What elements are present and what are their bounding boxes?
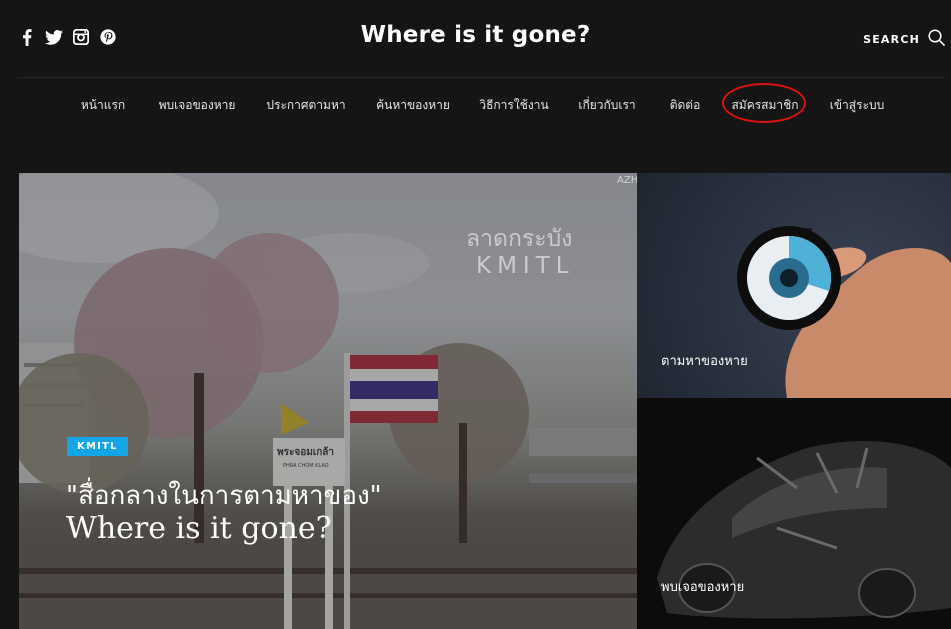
search-label: SEARCH xyxy=(863,33,920,46)
featured-headline-english[interactable]: Where is it gone? xyxy=(66,511,332,546)
side-card-lost-label[interactable]: ตามหาของหาย xyxy=(661,350,748,371)
search-icon[interactable] xyxy=(928,29,945,50)
nav-item-home[interactable]: หน้าแรก xyxy=(81,96,125,115)
nav-item-login[interactable]: เข้าสู่ระบบ xyxy=(830,96,885,115)
side-card-lost[interactable]: ตามหาของหาย xyxy=(637,173,951,398)
side-card-found-label[interactable]: พบเจอของหาย xyxy=(661,576,744,597)
station-sign-subtext: PHRA CHOM KLAO xyxy=(283,463,329,469)
side-card-found[interactable]: พบเจอของหาย xyxy=(637,398,951,629)
nav-item-about[interactable]: เกี่ยวกับเรา xyxy=(578,96,635,115)
nav-item-lost-notice[interactable]: ประกาศตามหา xyxy=(266,96,345,115)
header-divider xyxy=(18,77,945,78)
site-header: Where is it gone? SEARCH xyxy=(0,0,951,78)
site-title[interactable]: Where is it gone? xyxy=(0,22,951,48)
photo-corner-mark: AZH xyxy=(617,175,637,186)
nav-item-search-lost[interactable]: ค้นหาของหาย xyxy=(376,96,450,115)
watermark-english: KMITL xyxy=(476,253,575,279)
register-highlight-annotation xyxy=(722,83,806,123)
search-button[interactable]: SEARCH xyxy=(863,29,945,50)
featured-post[interactable]: พระจอมเกล้า PHRA CHOM KLAO AZH ลาดกระบัง… xyxy=(19,173,637,629)
main-nav: หน้าแรก พบเจอของหาย ประกาศตามหา ค้นหาของ… xyxy=(0,92,951,118)
nav-item-found-items[interactable]: พบเจอของหาย xyxy=(159,96,236,115)
featured-headline-thai[interactable]: "สื่อกลางในการตามหาของ" xyxy=(66,475,382,516)
nav-item-contact[interactable]: ติดต่อ xyxy=(670,96,701,115)
nav-item-how-to-use[interactable]: วิธีการใช้งาน xyxy=(479,96,548,115)
watermark-thai: ลาดกระบัง xyxy=(466,226,573,252)
category-badge[interactable]: KMITL xyxy=(67,437,128,456)
station-sign-text: พระจอมเกล้า xyxy=(277,447,335,458)
